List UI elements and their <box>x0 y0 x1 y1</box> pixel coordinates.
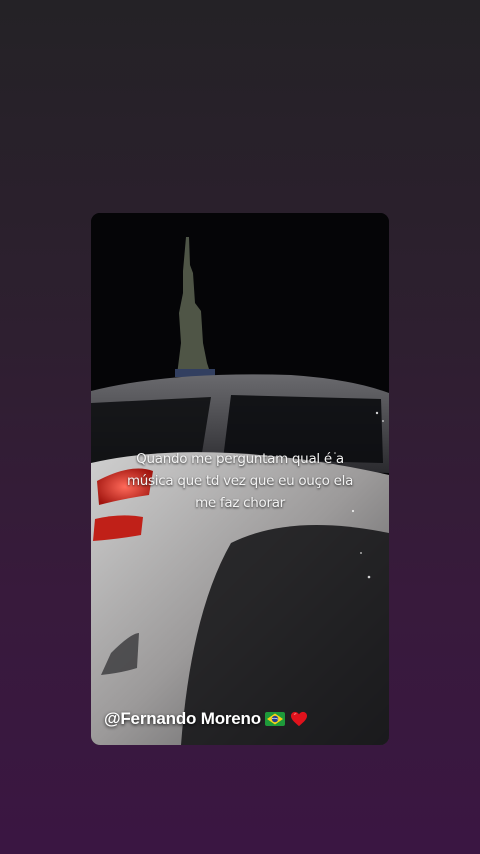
author-handle[interactable]: @Fernando Moreno <box>104 709 261 729</box>
caption-line: me faz chorar <box>195 495 285 511</box>
story-caption: Quando me perguntam qual é a música que … <box>121 448 359 514</box>
brazil-flag-icon <box>264 712 285 726</box>
story-card[interactable]: Quando me perguntam qual é a música que … <box>91 213 389 745</box>
red-heart-icon <box>290 711 307 727</box>
caption-line: música que td vez que eu ouço ela <box>126 473 354 489</box>
author-handle-row[interactable]: @Fernando Moreno <box>104 707 309 731</box>
caption-line: Quando me perguntam qual é a <box>136 451 344 467</box>
